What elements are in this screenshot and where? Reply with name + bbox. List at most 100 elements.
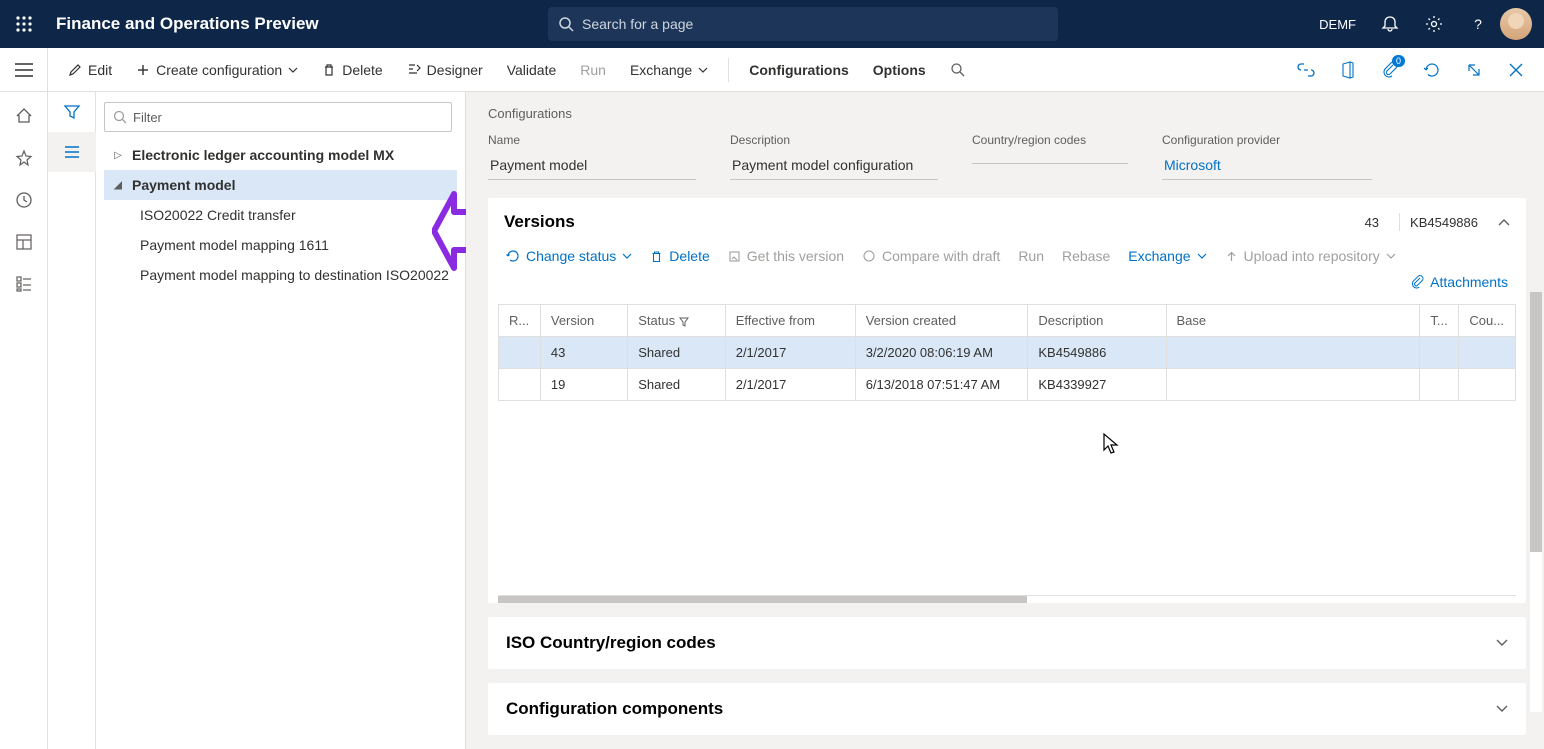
exchange-label: Exchange <box>630 62 692 78</box>
upload-button: Upload into repository <box>1217 244 1404 268</box>
field-value[interactable] <box>972 153 1128 164</box>
help-icon[interactable]: ? <box>1456 0 1500 48</box>
recent-icon[interactable] <box>0 180 48 220</box>
star-icon[interactable] <box>0 138 48 178</box>
tree-item-mapping-dest[interactable]: Payment model mapping to destination ISO… <box>104 260 457 290</box>
table-row[interactable]: 43 Shared 2/1/2017 3/2/2020 08:06:19 AM … <box>499 337 1516 369</box>
col-effective[interactable]: Effective from <box>725 305 855 337</box>
attachments-button[interactable]: Attachments <box>1402 270 1516 294</box>
horizontal-scrollbar[interactable] <box>498 595 1516 603</box>
gear-icon[interactable] <box>1412 0 1456 48</box>
table-row[interactable]: 19 Shared 2/1/2017 6/13/2018 07:51:47 AM… <box>499 369 1516 401</box>
col-status[interactable]: Status <box>628 305 726 337</box>
config-components-section[interactable]: Configuration components <box>488 683 1526 735</box>
col-version[interactable]: Version <box>540 305 627 337</box>
validate-button[interactable]: Validate <box>497 56 567 84</box>
filter-rail <box>48 92 96 749</box>
options-tab[interactable]: Options <box>863 56 936 84</box>
cell-description: KB4339927 <box>1028 369 1166 401</box>
close-icon[interactable] <box>1498 52 1534 88</box>
get-version-button: Get this version <box>720 244 852 268</box>
designer-button[interactable]: Designer <box>397 56 493 84</box>
section-title: ISO Country/region codes <box>506 633 716 653</box>
col-cou[interactable]: Cou... <box>1459 305 1516 337</box>
search-input[interactable]: Search for a page <box>548 7 1058 41</box>
col-description[interactable]: Description <box>1028 305 1166 337</box>
col-t[interactable]: T... <box>1420 305 1459 337</box>
col-created[interactable]: Version created <box>855 305 1028 337</box>
field-value[interactable]: Payment model configuration <box>730 153 938 180</box>
field-region: Country/region codes <box>972 133 1128 180</box>
versions-grid: R... Version Status Effective from Versi… <box>488 304 1526 591</box>
vertical-scrollbar[interactable] <box>1530 292 1542 712</box>
chevron-down-icon <box>1496 705 1508 713</box>
col-base[interactable]: Base <box>1166 305 1420 337</box>
action-row: Edit Create configuration Delete Designe… <box>0 48 1544 92</box>
attachments-count-icon[interactable]: 0 <box>1372 52 1408 88</box>
versions-header[interactable]: Versions 43 KB4549886 <box>488 198 1526 242</box>
run-label: Run <box>580 62 606 78</box>
funnel-icon[interactable] <box>48 92 96 132</box>
search-action-icon[interactable] <box>940 56 975 83</box>
left-rail <box>0 92 48 749</box>
iso-region-section[interactable]: ISO Country/region codes <box>488 617 1526 669</box>
avatar[interactable] <box>1500 8 1532 40</box>
app-title: Finance and Operations Preview <box>56 14 319 34</box>
field-provider: Configuration provider Microsoft <box>1162 133 1372 180</box>
edit-label: Edit <box>88 62 112 78</box>
cell-status: Shared <box>628 337 726 369</box>
tree-item-label: Payment model mapping 1611 <box>140 237 329 253</box>
list-toggle-icon[interactable] <box>48 132 96 172</box>
tree-item-iso20022[interactable]: ISO20022 Credit transfer <box>104 200 457 230</box>
configurations-tab[interactable]: Configurations <box>739 56 859 84</box>
versions-actions: Change status Delete Get this version Co… <box>488 242 1526 304</box>
field-value-link[interactable]: Microsoft <box>1162 153 1372 180</box>
change-status-button[interactable]: Change status <box>498 244 640 268</box>
exchange-version-button[interactable]: Exchange <box>1120 244 1214 268</box>
home-icon[interactable] <box>0 96 48 136</box>
delete-version-button[interactable]: Delete <box>642 244 717 268</box>
run-version-button: Run <box>1010 244 1052 268</box>
separator <box>728 58 729 82</box>
refresh-icon[interactable] <box>1414 52 1450 88</box>
edit-button[interactable]: Edit <box>58 56 122 84</box>
table-header-row: R... Version Status Effective from Versi… <box>499 305 1516 337</box>
workspace-icon[interactable] <box>0 222 48 262</box>
cell-base <box>1166 369 1420 401</box>
company-label[interactable]: DEMF <box>1307 17 1368 32</box>
tree-item-mapping-1611[interactable]: Payment model mapping 1611 <box>104 230 457 260</box>
cell-version: 19 <box>540 369 627 401</box>
field-label: Name <box>488 133 696 147</box>
chevron-down-icon <box>698 67 708 73</box>
badge-count: 0 <box>1392 55 1405 67</box>
waffle-icon[interactable] <box>0 0 48 48</box>
search-icon <box>113 110 127 124</box>
popout-icon[interactable] <box>1456 52 1492 88</box>
cell-created: 6/13/2018 07:51:47 AM <box>855 369 1028 401</box>
office-icon[interactable] <box>1330 52 1366 88</box>
chevron-down-icon <box>622 253 632 259</box>
chevron-up-icon[interactable] <box>1498 218 1510 226</box>
tree-item-label: Payment model <box>132 177 235 193</box>
tree-item-label: Payment model mapping to destination ISO… <box>140 267 449 283</box>
tree-item-payment-model[interactable]: ◢ Payment model <box>104 170 457 200</box>
exchange-button[interactable]: Exchange <box>620 56 718 84</box>
bell-icon[interactable] <box>1368 0 1412 48</box>
exchange-version-label: Exchange <box>1128 248 1190 264</box>
delete-button[interactable]: Delete <box>312 56 392 84</box>
modules-icon[interactable] <box>0 264 48 304</box>
cell-base <box>1166 337 1420 369</box>
link-icon[interactable] <box>1288 52 1324 88</box>
chevron-down-icon <box>1496 639 1508 647</box>
rebase-button: Rebase <box>1054 244 1118 268</box>
hamburger-icon[interactable] <box>0 48 48 91</box>
create-config-button[interactable]: Create configuration <box>126 56 308 84</box>
tree-item-ledger[interactable]: ▷ Electronic ledger accounting model MX <box>104 140 457 170</box>
field-name: Name Payment model <box>488 133 696 180</box>
col-r[interactable]: R... <box>499 305 541 337</box>
compare-button: Compare with draft <box>854 244 1008 268</box>
tree-filter-input[interactable]: Filter <box>104 102 452 132</box>
field-value[interactable]: Payment model <box>488 153 696 180</box>
create-config-label: Create configuration <box>156 62 282 78</box>
form-row: Name Payment model Description Payment m… <box>488 133 1526 180</box>
